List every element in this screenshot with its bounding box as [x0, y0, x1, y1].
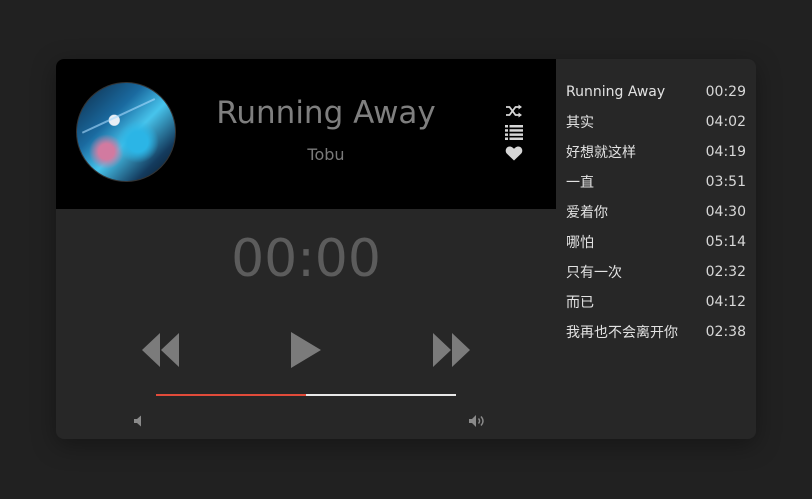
track-duration: 04:30	[705, 204, 746, 220]
playlist-item[interactable]: Running Away 00:29	[566, 77, 746, 107]
playlist-item[interactable]: 哪怕 05:14	[566, 227, 746, 257]
volume-high-icon[interactable]	[469, 414, 487, 428]
music-player: Running Away Tobu 00:00 Running Away 00:…	[56, 59, 756, 439]
playlist-item[interactable]: 我再也不会离开你 02:38	[566, 317, 746, 347]
album-cover	[76, 82, 176, 182]
artist-name: Tobu	[307, 145, 345, 164]
track-title: 而已	[566, 295, 594, 311]
side-actions	[505, 103, 523, 166]
playlist-item[interactable]: 其实 04:02	[566, 107, 746, 137]
track-title: 好想就这样	[566, 145, 636, 161]
track-duration: 03:51	[705, 174, 746, 190]
shuffle-icon[interactable]	[505, 103, 523, 119]
playlist-item[interactable]: 好想就这样 04:19	[566, 137, 746, 167]
heart-icon[interactable]	[505, 145, 523, 161]
volume-low-icon[interactable]	[134, 415, 144, 427]
current-time: 00:00	[231, 229, 381, 289]
rewind-icon[interactable]	[142, 333, 180, 367]
track-duration: 04:12	[705, 294, 746, 310]
progress-bar[interactable]	[156, 394, 456, 396]
now-playing-panel: Running Away Tobu	[56, 59, 556, 209]
track-duration: 02:32	[705, 264, 746, 280]
playlist: Running Away 00:29 其实 04:02 好想就这样 04:19 一直 03:5…	[566, 77, 746, 347]
track-title: 只有一次	[566, 265, 622, 281]
playlist-item[interactable]: 只有一次 02:32	[566, 257, 746, 287]
track-duration: 02:38	[705, 324, 746, 340]
playlist-item[interactable]: 爱着你 04:30	[566, 197, 746, 227]
track-duration: 05:14	[705, 234, 746, 250]
track-title: Running Away	[566, 84, 666, 100]
track-title: 哪怕	[566, 235, 594, 251]
track-title: 我再也不会离开你	[566, 325, 678, 341]
play-icon[interactable]	[289, 331, 323, 369]
list-icon[interactable]	[505, 124, 523, 140]
playlist-item[interactable]: 而已 04:12	[566, 287, 746, 317]
song-title: Running Away	[216, 95, 436, 131]
track-duration: 00:29	[705, 84, 746, 100]
track-title: 爱着你	[566, 205, 608, 221]
track-duration: 04:19	[705, 144, 746, 160]
progress-fill	[156, 394, 306, 396]
track-title: 一直	[566, 175, 594, 191]
playlist-item[interactable]: 一直 03:51	[566, 167, 746, 197]
track-duration: 04:02	[705, 114, 746, 130]
track-title: 其实	[566, 115, 594, 131]
fast-forward-icon[interactable]	[432, 333, 470, 367]
